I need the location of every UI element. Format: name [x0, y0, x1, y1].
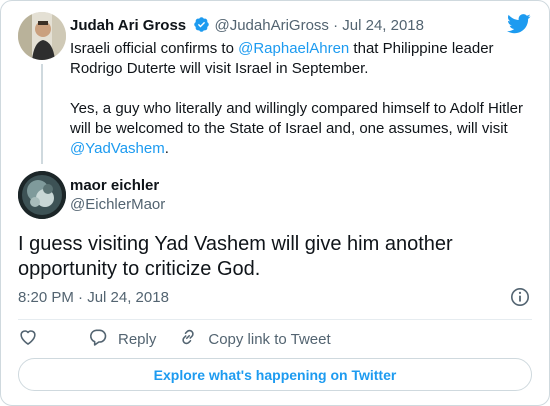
- twitter-bird-icon[interactable]: [507, 14, 531, 39]
- action-divider: [18, 319, 532, 320]
- reply-author-handle[interactable]: @EichlerMaor: [70, 196, 165, 214]
- info-icon[interactable]: [510, 287, 530, 312]
- like-button[interactable]: [18, 327, 48, 351]
- heart-icon: [18, 327, 48, 351]
- reply-bubble-icon: [88, 327, 118, 351]
- tweet-action-bar: Reply Copy link to Tweet: [18, 328, 353, 350]
- copy-link-button[interactable]: Copy link to Tweet: [178, 327, 331, 351]
- reply-author-avatar[interactable]: [18, 171, 66, 219]
- reply-button[interactable]: Reply: [88, 327, 156, 351]
- paragraph-2-text-start: Yes, a guy who literally and willingly c…: [70, 100, 523, 137]
- paragraph-2-text-end: .: [164, 140, 169, 157]
- mention-link-raphael[interactable]: @RaphaelAhren: [238, 40, 349, 57]
- parent-author-name[interactable]: Judah Ari Gross: [70, 17, 186, 34]
- explore-twitter-button[interactable]: Explore what's happening on Twitter: [18, 358, 532, 391]
- parent-tweet-header: Judah Ari Gross @JudahAriGross · Jul 24,…: [70, 16, 424, 39]
- verified-badge-icon: [193, 16, 210, 39]
- header-separator: ·: [333, 17, 339, 34]
- parent-author-handle[interactable]: @JudahAriGross: [214, 17, 328, 34]
- parent-paragraph-1: Israeli official confirms to @RaphaelAhr…: [70, 39, 530, 79]
- reply-author-name[interactable]: maor eichler: [70, 177, 159, 195]
- paragraph-1-text-start: Israeli official confirms to: [70, 40, 239, 57]
- embedded-tweet-card: Judah Ari Gross @JudahAriGross · Jul 24,…: [0, 0, 550, 406]
- parent-paragraph-2: Yes, a guy who literally and willingly c…: [70, 99, 530, 159]
- copy-link-label: Copy link to Tweet: [208, 330, 331, 348]
- mention-link-yadvashem[interactable]: @YadVashem: [70, 140, 165, 157]
- thread-connector-line: [41, 64, 43, 164]
- parent-author-avatar[interactable]: [18, 12, 66, 60]
- link-icon: [178, 327, 208, 351]
- reply-timestamp[interactable]: 8:20 PM · Jul 24, 2018: [18, 288, 169, 308]
- parent-tweet-date[interactable]: Jul 24, 2018: [342, 17, 424, 34]
- reply-tweet-text: I guess visiting Yad Vashem will give hi…: [18, 233, 453, 280]
- reply-label: Reply: [118, 330, 157, 348]
- parent-tweet-text: Israeli official confirms to @RaphaelAhr…: [70, 39, 530, 159]
